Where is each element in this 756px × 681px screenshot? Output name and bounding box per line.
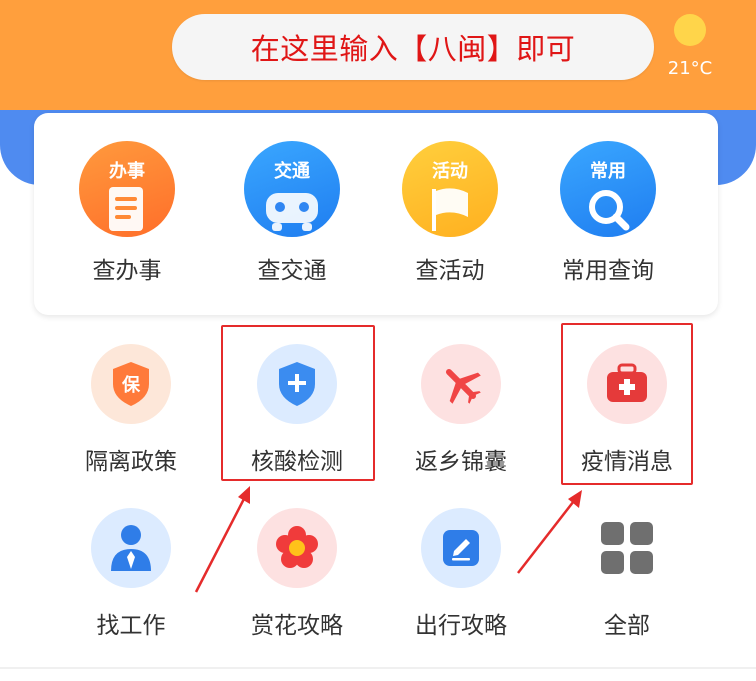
- arrow-line: [194, 492, 249, 593]
- bottom-divider: [0, 667, 756, 669]
- annotation-arrows: [194, 486, 582, 593]
- arrow-line: [517, 496, 578, 574]
